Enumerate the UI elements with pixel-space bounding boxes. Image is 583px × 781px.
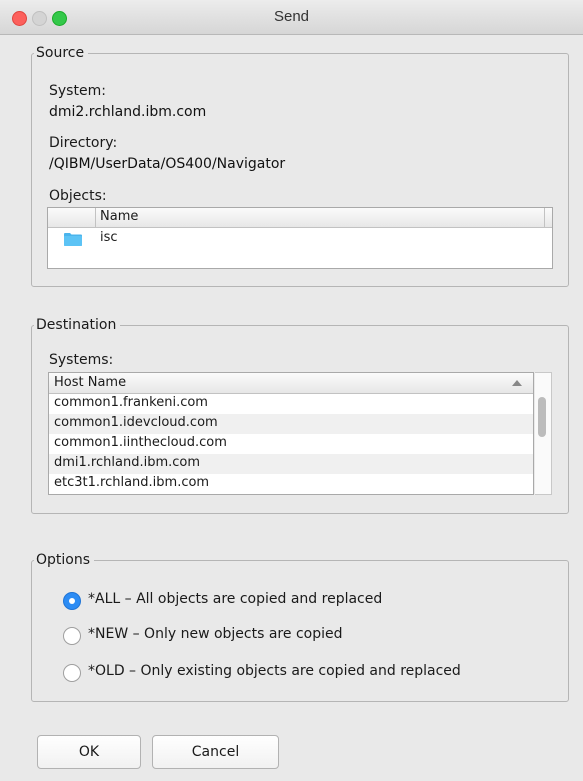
host-name-column-header[interactable]: Host Name: [49, 373, 533, 394]
host-name: dmi1.rchland.ibm.com: [54, 455, 201, 470]
object-name: isc: [100, 230, 118, 245]
list-item[interactable]: common1.frankeni.com: [49, 394, 533, 414]
folder-icon: [64, 233, 82, 246]
objects-header-divider: [544, 208, 545, 227]
list-item[interactable]: common1.idevcloud.com: [49, 414, 533, 434]
systems-label: Systems:: [49, 352, 114, 368]
radio-button[interactable]: [63, 664, 81, 682]
destination-legend: Destination: [36, 317, 117, 333]
radio-button[interactable]: [63, 627, 81, 645]
option-old-label[interactable]: *OLD – Only existing objects are copied …: [88, 663, 461, 679]
option-all-label[interactable]: *ALL – All objects are copied and replac…: [88, 591, 382, 607]
window-title: Send: [273, 8, 310, 25]
ok-button[interactable]: OK: [37, 735, 141, 769]
options-legend: Options: [36, 552, 91, 568]
scrollbar-thumb[interactable]: [538, 397, 546, 437]
host-name: etc3t1.rchland.ibm.com: [54, 475, 210, 490]
objects-name-column-header[interactable]: Name: [100, 209, 138, 224]
objects-icon-column-header[interactable]: [48, 208, 96, 227]
cancel-button[interactable]: Cancel: [152, 735, 279, 769]
directory-value: /QIBM/UserData/OS400/Navigator: [49, 156, 286, 172]
system-label: System:: [49, 83, 106, 99]
system-value: dmi2.rchland.ibm.com: [49, 104, 207, 120]
list-item[interactable]: etc3t1.rchland.ibm.com: [49, 474, 533, 494]
sort-ascending-icon[interactable]: [512, 380, 522, 386]
directory-label: Directory:: [49, 135, 118, 151]
objects-label: Objects:: [49, 188, 107, 204]
source-legend: Source: [36, 45, 85, 61]
host-name-header-label: Host Name: [54, 375, 127, 390]
table-row[interactable]: isc: [48, 229, 552, 249]
title-bar: Send: [0, 0, 583, 35]
radio-button-selected[interactable]: [63, 592, 81, 610]
host-name: common1.idevcloud.com: [54, 415, 218, 430]
list-item[interactable]: common1.iinthecloud.com: [49, 434, 533, 454]
systems-scrollbar[interactable]: [535, 372, 552, 495]
option-new-label[interactable]: *NEW – Only new objects are copied: [88, 626, 342, 642]
systems-list[interactable]: Host Name common1.frankeni.com common1.i…: [48, 372, 534, 495]
host-name: common1.iinthecloud.com: [54, 435, 227, 450]
list-item[interactable]: dmi1.rchland.ibm.com: [49, 454, 533, 474]
objects-table-header: Name: [48, 208, 552, 228]
objects-table[interactable]: Name isc: [47, 207, 553, 269]
host-name: common1.frankeni.com: [54, 395, 208, 410]
